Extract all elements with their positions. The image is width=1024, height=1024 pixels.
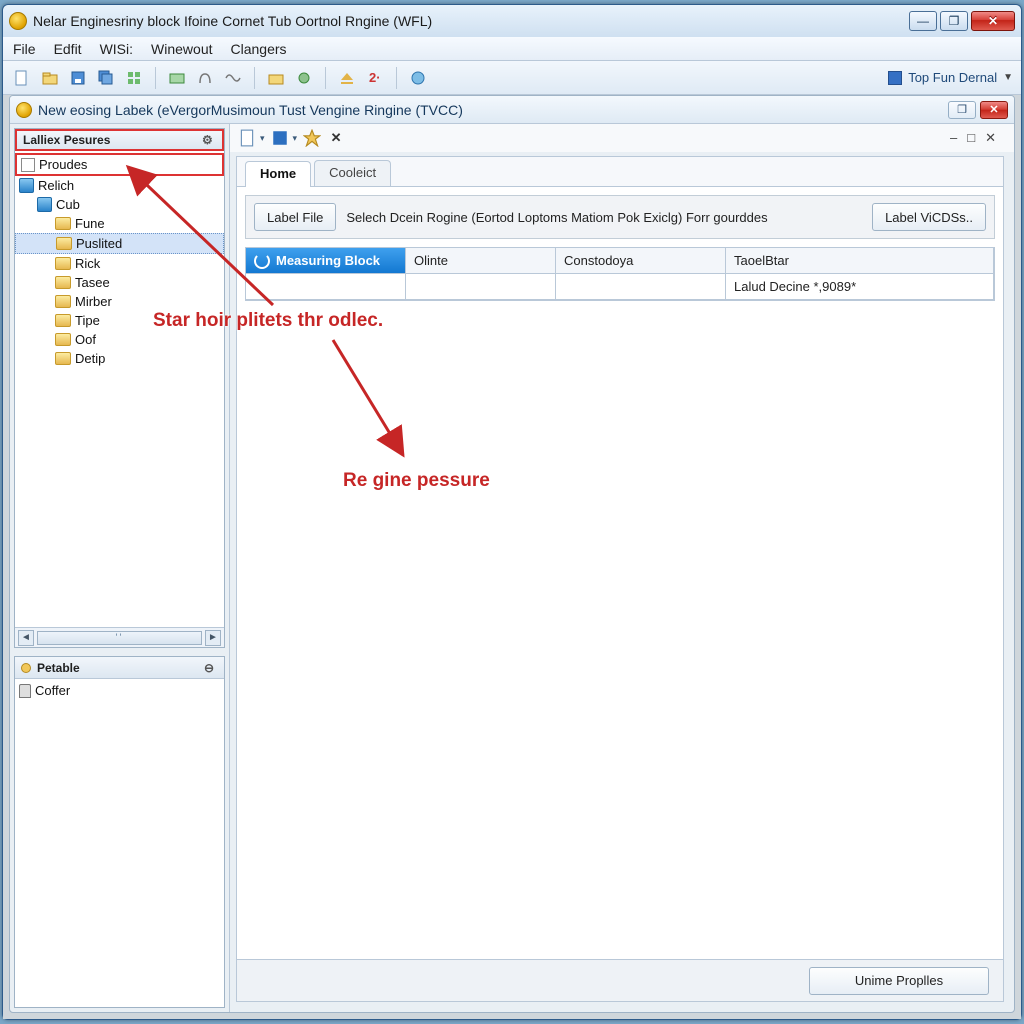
- toolbar-gear-icon[interactable]: [293, 67, 315, 89]
- toolbar-open-icon[interactable]: [39, 67, 61, 89]
- toolbar-wave-icon[interactable]: [222, 67, 244, 89]
- main-toolbar: 2· Top Fun Dernal ▼: [3, 61, 1021, 95]
- toolbar-saveall-icon[interactable]: [95, 67, 117, 89]
- application-window: Nelar Enginesriny block Ifoine Cornet Tu…: [2, 4, 1022, 1020]
- menu-wine[interactable]: Winewout: [151, 41, 212, 57]
- client-area: New eosing Labek (eVergorMusimoun Tust V…: [3, 95, 1021, 1019]
- toolbar-new-icon[interactable]: [11, 67, 33, 89]
- toolbar-right-dropdown[interactable]: Top Fun Dernal ▼: [888, 70, 1013, 85]
- toolbar-save-icon[interactable]: [67, 67, 89, 89]
- toolbar-fork-icon[interactable]: [194, 67, 216, 89]
- menu-wisi[interactable]: WISi:: [100, 41, 133, 57]
- window-titlebar[interactable]: Nelar Enginesriny block Ifoine Cornet Tu…: [3, 5, 1021, 37]
- app-icon: [9, 12, 27, 30]
- menu-edit[interactable]: Edfit: [54, 41, 82, 57]
- toolbar-eject-icon[interactable]: [336, 67, 358, 89]
- app-logo-icon: [888, 71, 902, 85]
- window-title: Nelar Enginesriny block Ifoine Cornet Tu…: [33, 13, 909, 29]
- annotation-arrow-1: [3, 95, 1023, 995]
- menu-clangers[interactable]: Clangers: [231, 41, 287, 57]
- menu-bar: File Edfit WISi: Winewout Clangers: [3, 37, 1021, 61]
- window-close-button[interactable]: ✕: [971, 11, 1015, 31]
- menu-file[interactable]: File: [13, 41, 36, 57]
- toolbar-folder-icon[interactable]: [265, 67, 287, 89]
- window-minimize-button[interactable]: —: [909, 11, 937, 31]
- toolbar-grid-icon[interactable]: [123, 67, 145, 89]
- toolbar-right-label: Top Fun Dernal: [908, 70, 997, 85]
- toolbar-module-icon[interactable]: [166, 67, 188, 89]
- toolbar-globe-icon[interactable]: [407, 67, 429, 89]
- toolbar-num-icon[interactable]: 2·: [364, 67, 386, 89]
- window-maximize-button[interactable]: ❐: [940, 11, 968, 31]
